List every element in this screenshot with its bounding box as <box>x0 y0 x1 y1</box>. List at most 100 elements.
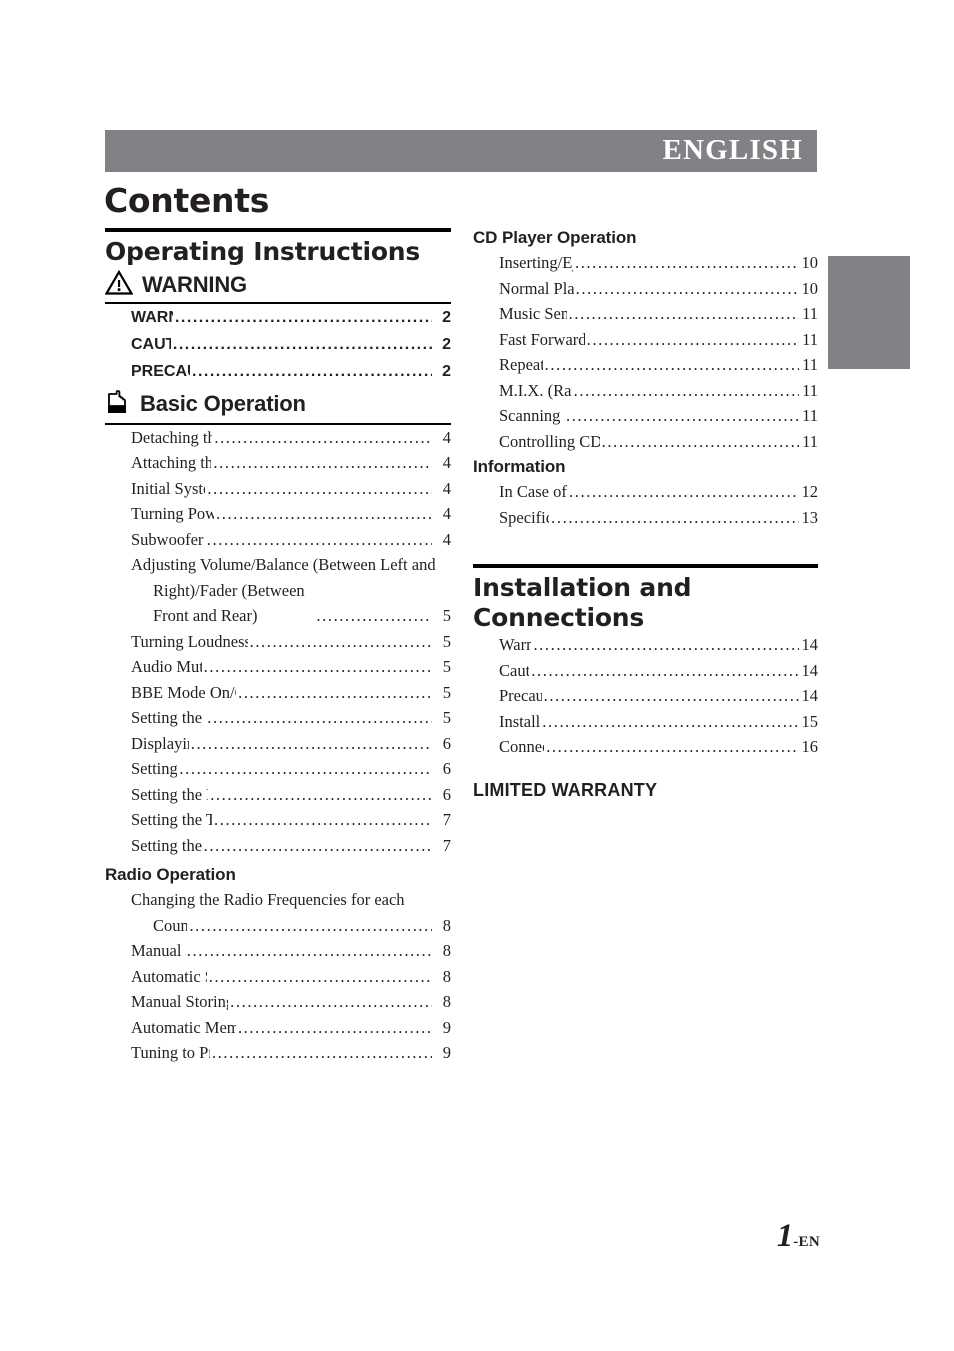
toc-leader-dots: ........................................… <box>210 784 432 804</box>
toc-entry-label: Turning Loudness On/Off (CDM-9821 only) <box>131 631 248 651</box>
toc-entry-page: 11 <box>802 380 818 400</box>
document-page: ENGLISH Contents Operating Instructions … <box>0 0 954 1351</box>
toc-entry-page: 4 <box>442 478 451 498</box>
toc-entry-page: 5 <box>442 682 451 702</box>
toc-entry[interactable]: Turning Power On and Off ...............… <box>131 501 451 527</box>
toc-entry-page: 6 <box>442 733 451 753</box>
toc-entry-label: Installation <box>499 711 541 731</box>
toc-entry[interactable]: Initial System Start-Up ................… <box>131 476 451 502</box>
toc-entry-label: Inserting/Ejecting Disc <box>499 253 573 272</box>
toc-leader-dots: ........................................… <box>211 1043 432 1062</box>
toc-entry[interactable]: Manual Tuning ..........................… <box>131 938 451 964</box>
heading-basic-operation: Basic Operation <box>105 385 451 423</box>
toc-entry-page: 11 <box>802 406 818 425</box>
toc-entry-label: WARNING <box>131 308 173 326</box>
toc-entry-label: Setting the AUX Mode <box>131 708 205 727</box>
toc-entry[interactable]: Setting the Bass Type ..................… <box>131 833 451 859</box>
toc-entry[interactable]: BBE Mode On/Off (CDM-9823 only) ........… <box>131 680 451 706</box>
toc-entry[interactable]: Manual Storing of Station Presets ......… <box>131 989 451 1015</box>
toc-entry[interactable]: Inserting/Ejecting Disc ................… <box>499 250 818 276</box>
toc-entry[interactable]: Displaying Time ........................… <box>131 731 451 757</box>
toc-entry[interactable]: PRECAUTIONS ............................… <box>131 358 451 385</box>
toc-leader-dots: ........................................… <box>544 355 799 374</box>
toc-entry[interactable]: WARNING ................................… <box>131 304 451 331</box>
toc-entry-page: 9 <box>442 1017 451 1037</box>
toc-entry[interactable]: Setting the Bass Control ...............… <box>131 782 451 808</box>
toc-entry[interactable]: Specifications .........................… <box>499 505 818 531</box>
toc-entry-label: Attaching the Front Panel <box>131 453 212 472</box>
toc-entry[interactable]: Installation ...........................… <box>499 709 818 735</box>
section-heading-operating-instructions: Operating Instructions <box>105 237 421 266</box>
toc-entry-label: In Case of Difficulty <box>499 482 567 501</box>
toc-entry[interactable]: Tuning to Preset Stations ..............… <box>131 1040 451 1066</box>
right-column: CD Player Operation Inserting/Ejecting D… <box>473 228 818 801</box>
toc-entry[interactable]: M.I.X. (Random Play) ...................… <box>499 378 818 404</box>
toc-entry-label: Manual Tuning <box>131 941 185 960</box>
section-heading-installation-and-connections: Installation and Connections <box>473 573 692 632</box>
toc-entry[interactable]: Warning ................................… <box>499 632 818 658</box>
toc-entry-page: 11 <box>802 355 818 374</box>
toc-entry[interactable]: Attaching the Front Panel ..............… <box>131 450 451 476</box>
toc-entry[interactable]: CAUTION ................................… <box>131 331 451 358</box>
pointing-hand-icon <box>105 388 131 421</box>
toc-entry-label: Detaching the Front Panel <box>131 427 213 447</box>
toc-entry[interactable]: Setting the Treble Control .............… <box>131 807 451 833</box>
toc-entry-page: 4 <box>442 427 451 447</box>
toc-entry[interactable]: Normal Play and Pause ..................… <box>499 276 818 302</box>
toc-entry[interactable]: Adjusting Volume/Balance (Between Left a… <box>131 552 451 629</box>
page-title: Contents <box>104 181 270 220</box>
toc-leader-dots: ........................................… <box>543 686 799 705</box>
toc-leader-dots: ........................................… <box>551 507 799 527</box>
heading-limited-warranty: LIMITED WARRANTY <box>473 779 658 800</box>
toc-entry[interactable]: Setting Time ...........................… <box>131 756 451 782</box>
toc-leader-dots: ........................................… <box>573 380 799 400</box>
toc-entry[interactable]: Caution ................................… <box>499 658 818 684</box>
toc-leader-dots: ........................................… <box>533 635 799 654</box>
toc-leader-dots: ........................................… <box>565 406 799 425</box>
toc-entry-page: 11 <box>802 329 818 349</box>
toc-leader-dots: ........................................… <box>568 304 799 323</box>
toc-entry[interactable]: Controlling CD Changer (Optional) ......… <box>499 429 818 455</box>
toc-leader-dots: ........................................… <box>206 529 432 549</box>
toc-leader-dots: ................................ <box>316 606 432 625</box>
toc-leader-dots: ........................................… <box>249 631 432 651</box>
toc-entry[interactable]: In Case of Difficulty ..................… <box>499 479 818 505</box>
toc-entry[interactable]: Audio Mute Function ....................… <box>131 654 451 680</box>
language-banner: ENGLISH <box>105 130 817 172</box>
toc-entry-label: Subwoofer On and Off <box>131 529 205 549</box>
toc-entry[interactable]: Scanning Programs ......................… <box>499 403 818 429</box>
toc-entry-label: Caution <box>499 660 530 680</box>
toc-leader-dots: ........................................… <box>238 682 432 702</box>
toc-entry-page: 5 <box>442 631 451 651</box>
toc-list-radio-operation: Changing the Radio Frequencies for each … <box>105 887 451 1066</box>
toc-entry-label: Fast Forward and Backward <box>499 329 585 349</box>
toc-leader-dots: ........................................… <box>203 835 432 855</box>
toc-entry[interactable]: Connections ............................… <box>499 734 818 760</box>
toc-entry[interactable]: Setting the AUX Mode ...................… <box>131 705 451 731</box>
toc-list-installation: Warning ................................… <box>473 632 818 760</box>
toc-entry[interactable]: Precautions ............................… <box>499 683 818 709</box>
toc-entry[interactable]: Subwoofer On and Off ...................… <box>131 527 451 553</box>
toc-leader-dots: ........................................… <box>230 992 432 1011</box>
toc-leader-dots: ........................................… <box>207 478 432 498</box>
toc-entry[interactable]: Automatic Memory of Station Presets ....… <box>131 1015 451 1041</box>
toc-entry[interactable]: Detaching the Front Panel ..............… <box>131 425 451 451</box>
toc-entry[interactable]: Repeat Play ............................… <box>499 352 818 378</box>
toc-leader-dots: ........................................… <box>237 1017 432 1037</box>
thumb-index-tab <box>828 256 910 369</box>
toc-entry[interactable]: Automatic Seek Tuning ..................… <box>131 964 451 990</box>
toc-entry[interactable]: Turning Loudness On/Off (CDM-9821 only) … <box>131 629 451 655</box>
toc-leader-dots: ........................................… <box>531 660 799 680</box>
toc-entry-label: Repeat Play <box>499 355 543 374</box>
toc-entry-label: Warning <box>499 635 532 654</box>
toc-entry[interactable]: Music Sensor (Skip) ....................… <box>499 301 818 327</box>
toc-entry-label: Connections <box>499 737 544 756</box>
toc-entry-label: Audio Mute Function <box>131 657 202 676</box>
toc-entry[interactable]: Fast Forward and Backward ..............… <box>499 327 818 353</box>
toc-entry-page: 4 <box>442 529 451 549</box>
toc-entry-label: BBE Mode On/Off (CDM-9823 only) <box>131 682 236 702</box>
toc-entry-label-cont: Country <box>153 915 188 935</box>
toc-leader-dots: ........................................… <box>586 329 799 349</box>
toc-entry[interactable]: Changing the Radio Frequencies for each … <box>131 887 451 938</box>
toc-entry-page: 7 <box>442 835 451 855</box>
